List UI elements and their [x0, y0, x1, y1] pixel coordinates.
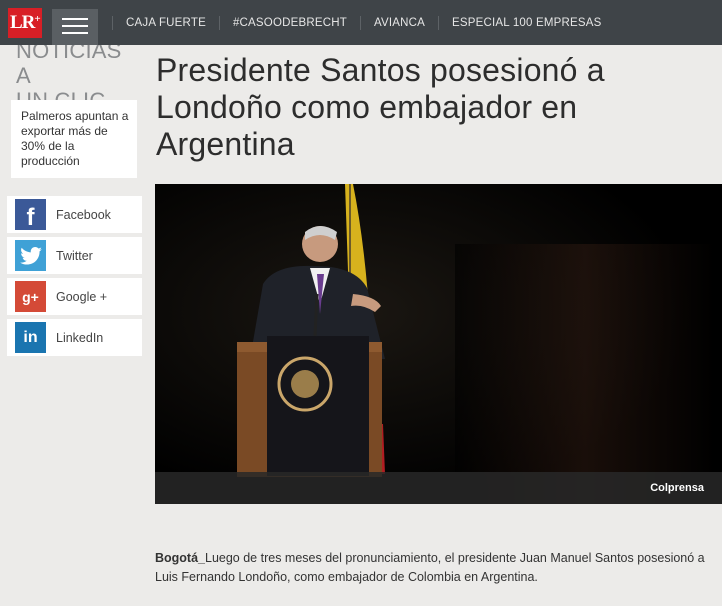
twitter-icon	[15, 240, 46, 271]
article-lede-text: Luego de tres meses del pronunciamiento,…	[155, 551, 705, 584]
sidebar-title-line-1: NOTICIAS A	[16, 38, 122, 88]
menu-icon-line	[62, 18, 88, 20]
share-linkedin-label: LinkedIn	[56, 330, 104, 345]
googleplus-icon: g+	[15, 281, 46, 312]
logo-text: LR	[10, 12, 35, 33]
photo-credit: Colprensa	[650, 482, 704, 494]
share-googleplus-button[interactable]: g+ Google +	[7, 278, 142, 315]
linkedin-icon: in	[15, 322, 46, 353]
share-linkedin-button[interactable]: in LinkedIn	[7, 319, 142, 356]
share-twitter-button[interactable]: Twitter	[7, 237, 142, 274]
nav-link-casoodebrecht[interactable]: #CASOODEBRECHT	[218, 15, 360, 30]
podium-photo-illustration	[155, 184, 722, 504]
site-logo[interactable]: LR+	[8, 8, 42, 38]
nav-link-caja-fuerte[interactable]: CAJA FUERTE	[112, 15, 219, 30]
related-news-teaser[interactable]: Palmeros apuntan a exportar más de 30% d…	[11, 100, 137, 178]
article-lede: Bogotá_Luego de tres meses del pronuncia…	[155, 549, 715, 587]
photo-caption-bar	[155, 472, 722, 504]
article-dateline: Bogotá_	[155, 551, 205, 565]
nav-link-especial-100-empresas[interactable]: ESPECIAL 100 EMPRESAS	[438, 15, 615, 30]
nav-link-avianca[interactable]: AVIANCA	[359, 15, 438, 30]
share-twitter-label: Twitter	[56, 248, 93, 263]
facebook-icon: f	[15, 199, 46, 231]
top-navigation-bar: LR+ CAJA FUERTE #CASOODEBRECHT AVIANCA E…	[0, 0, 722, 45]
hamburger-menu-button[interactable]	[52, 9, 98, 45]
menu-icon-line	[62, 32, 88, 34]
article-photo: Colprensa	[155, 184, 722, 504]
menu-icon-line	[62, 25, 88, 27]
share-facebook-button[interactable]: f Facebook	[7, 196, 142, 233]
article-headline: Presidente Santos posesionó a Londoño co…	[156, 52, 605, 162]
share-facebook-label: Facebook	[56, 207, 111, 222]
logo-plus: +	[34, 13, 40, 25]
share-googleplus-label: Google +	[56, 289, 108, 304]
topic-nav: CAJA FUERTE #CASOODEBRECHT AVIANCA ESPEC…	[112, 0, 615, 45]
